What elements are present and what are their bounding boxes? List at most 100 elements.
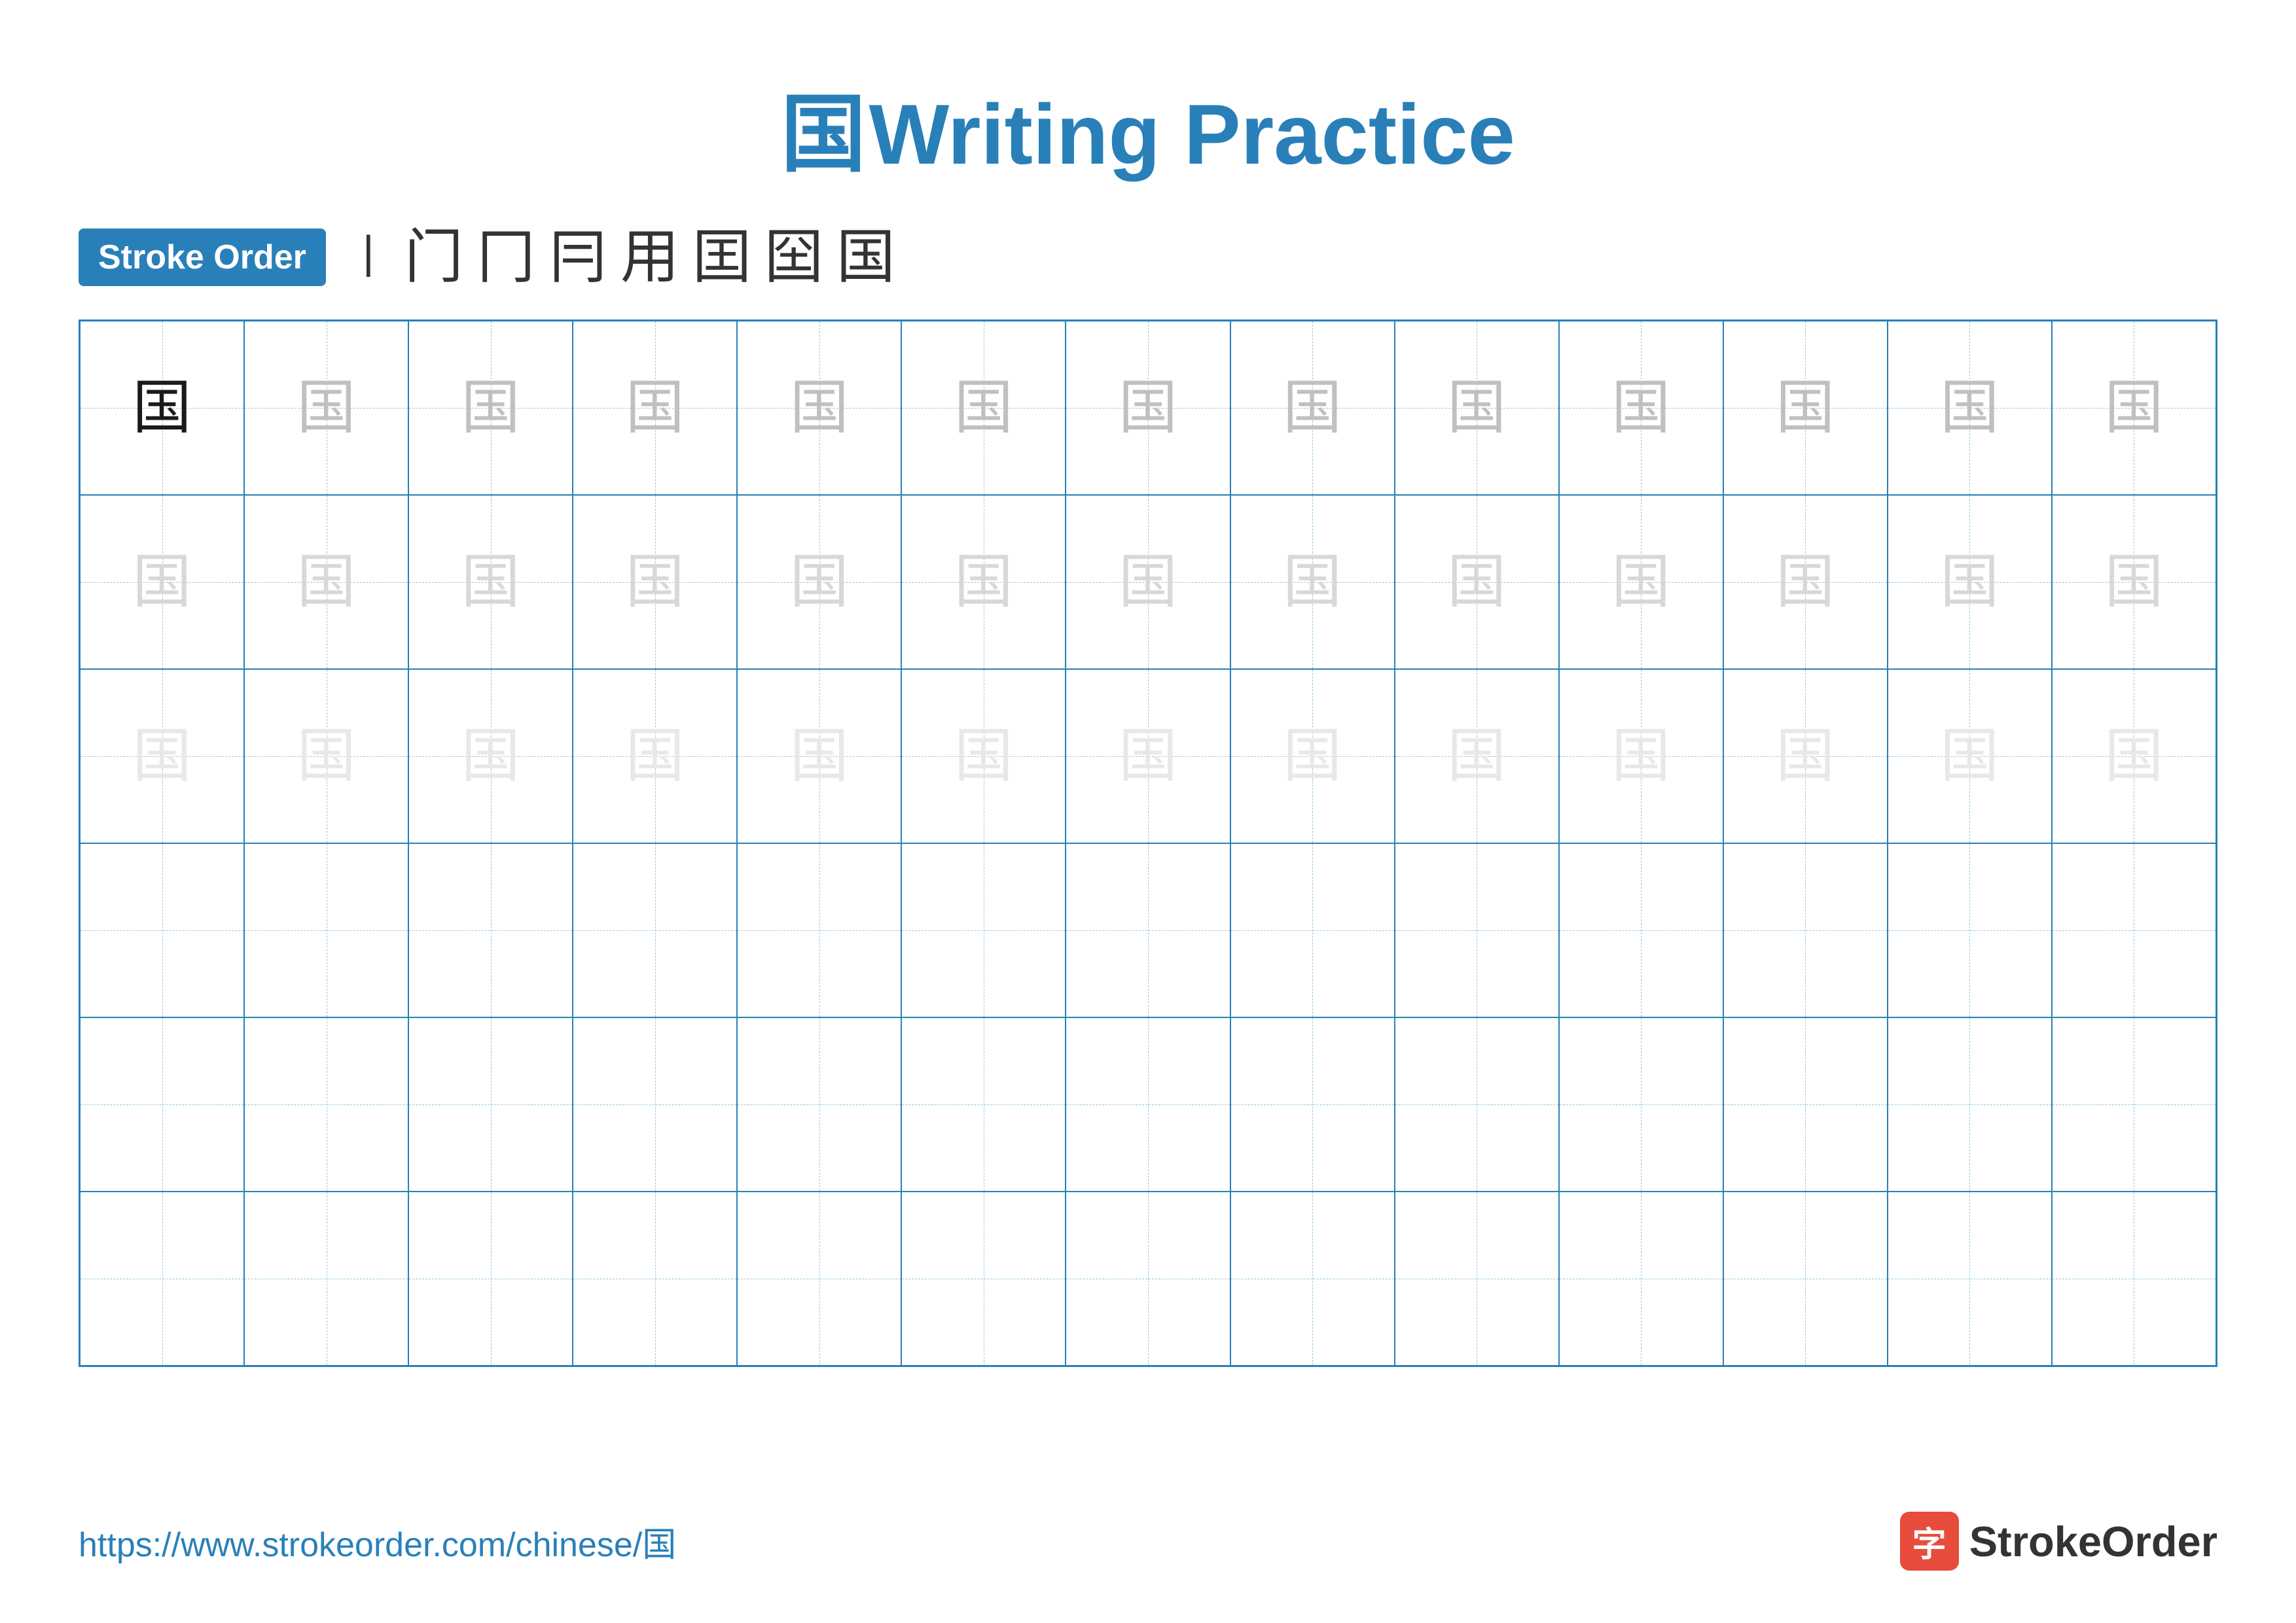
stroke-step-5: 用: [620, 228, 679, 287]
cell-character: 国: [954, 727, 1013, 786]
grid-cell[interactable]: 国: [1559, 495, 1723, 669]
grid-cell[interactable]: 国: [901, 321, 1066, 495]
grid-cell[interactable]: 国: [1230, 321, 1395, 495]
grid-cell[interactable]: [1395, 843, 1559, 1017]
stroke-order-badge[interactable]: Stroke Order: [79, 228, 326, 286]
grid-cell[interactable]: 国: [408, 321, 573, 495]
grid-cell[interactable]: [1559, 843, 1723, 1017]
grid-cell[interactable]: 国: [573, 669, 737, 843]
grid-cell[interactable]: 国: [901, 669, 1066, 843]
grid-cell[interactable]: [901, 1017, 1066, 1192]
grid-cell[interactable]: 国: [1723, 495, 1888, 669]
stroke-step-1: 丨: [346, 234, 391, 280]
grid-cell[interactable]: [1066, 843, 1230, 1017]
cell-character: 国: [1940, 553, 1999, 611]
grid-cell[interactable]: [80, 843, 244, 1017]
grid-cell[interactable]: [901, 843, 1066, 1017]
grid-cell[interactable]: [901, 1192, 1066, 1366]
grid-cell[interactable]: 国: [1888, 669, 2052, 843]
grid-cell[interactable]: 国: [1230, 669, 1395, 843]
grid-cell[interactable]: [244, 1017, 408, 1192]
grid-cell[interactable]: [1395, 1017, 1559, 1192]
cell-character: 国: [1447, 727, 1506, 786]
cell-character: 国: [1119, 727, 1177, 786]
grid-cell[interactable]: [2052, 843, 2216, 1017]
grid-cell[interactable]: 国: [2052, 669, 2216, 843]
grid-cell[interactable]: 国: [737, 495, 901, 669]
cell-character: 国: [626, 553, 685, 611]
grid-cell[interactable]: 国: [80, 321, 244, 495]
grid-cell[interactable]: 国: [408, 669, 573, 843]
grid-cell[interactable]: 国: [573, 321, 737, 495]
grid-cell[interactable]: [573, 843, 737, 1017]
grid-cell[interactable]: 国: [573, 495, 737, 669]
grid-cell[interactable]: 国: [244, 321, 408, 495]
grid-cell[interactable]: [737, 1192, 901, 1366]
grid-cell[interactable]: [1888, 1017, 2052, 1192]
grid-cell[interactable]: 国: [1723, 321, 1888, 495]
grid-cell[interactable]: 国: [1888, 321, 2052, 495]
grid-cell[interactable]: 国: [80, 669, 244, 843]
grid-cell[interactable]: [573, 1192, 737, 1366]
cell-character: 国: [133, 378, 192, 437]
cell-character: 国: [297, 378, 356, 437]
grid-cell[interactable]: [1888, 1192, 2052, 1366]
grid-cell[interactable]: [244, 1192, 408, 1366]
title-area: 国 Writing Practice: [79, 65, 2217, 189]
grid-cell[interactable]: 国: [901, 495, 1066, 669]
cell-character: 国: [1283, 727, 1342, 786]
grid-cell[interactable]: [1230, 1017, 1395, 1192]
grid-cell[interactable]: 国: [737, 669, 901, 843]
grid-cell[interactable]: [80, 1017, 244, 1192]
grid-cell[interactable]: 国: [1066, 495, 1230, 669]
grid-cell[interactable]: [1559, 1192, 1723, 1366]
grid-cell[interactable]: 国: [1395, 669, 1559, 843]
grid-cell[interactable]: [1066, 1017, 1230, 1192]
grid-cell[interactable]: 国: [1888, 495, 2052, 669]
grid-cell[interactable]: 国: [1066, 669, 1230, 843]
grid-cell[interactable]: [1230, 1192, 1395, 1366]
grid-cell[interactable]: [408, 843, 573, 1017]
cell-character: 国: [790, 553, 849, 611]
grid-cell[interactable]: 国: [1559, 669, 1723, 843]
grid-cell[interactable]: [737, 1017, 901, 1192]
grid-cell[interactable]: 国: [2052, 321, 2216, 495]
grid-cell[interactable]: 国: [1559, 321, 1723, 495]
grid-cell[interactable]: 国: [1723, 669, 1888, 843]
grid-cell[interactable]: [1723, 1192, 1888, 1366]
cell-character: 国: [1776, 727, 1835, 786]
cell-character: 国: [461, 553, 520, 611]
grid-cell[interactable]: [2052, 1017, 2216, 1192]
grid-cell[interactable]: [573, 1017, 737, 1192]
cell-character: 国: [1611, 727, 1670, 786]
grid-cell[interactable]: [1066, 1192, 1230, 1366]
grid-cell[interactable]: 国: [1395, 495, 1559, 669]
grid-cell[interactable]: 国: [244, 669, 408, 843]
grid-cell[interactable]: 国: [408, 495, 573, 669]
grid-cell[interactable]: [1888, 843, 2052, 1017]
grid-cell[interactable]: [1723, 843, 1888, 1017]
page: 国 Writing Practice Stroke Order 丨 门 冂 冃 …: [0, 0, 2296, 1623]
cell-character: 国: [461, 378, 520, 437]
grid-cell[interactable]: [408, 1017, 573, 1192]
grid-cell[interactable]: 国: [2052, 495, 2216, 669]
grid-cell[interactable]: 国: [737, 321, 901, 495]
footer-url[interactable]: https://www.strokeorder.com/chinese/国: [79, 1517, 676, 1566]
grid-cell[interactable]: [80, 1192, 244, 1366]
grid-cell[interactable]: [1395, 1192, 1559, 1366]
stroke-step-7: 囶: [764, 228, 823, 287]
grid-cell[interactable]: 国: [244, 495, 408, 669]
grid-cell[interactable]: 国: [1066, 321, 1230, 495]
grid-cell[interactable]: [737, 843, 901, 1017]
grid-cell[interactable]: [408, 1192, 573, 1366]
stroke-step-3: 冂: [476, 228, 535, 287]
grid-cell[interactable]: [2052, 1192, 2216, 1366]
page-title-text: Writing Practice: [869, 86, 1515, 182]
grid-cell[interactable]: 国: [1230, 495, 1395, 669]
grid-cell[interactable]: [244, 843, 408, 1017]
grid-cell[interactable]: [1230, 843, 1395, 1017]
grid-cell[interactable]: 国: [1395, 321, 1559, 495]
grid-cell[interactable]: 国: [80, 495, 244, 669]
grid-cell[interactable]: [1559, 1017, 1723, 1192]
grid-cell[interactable]: [1723, 1017, 1888, 1192]
